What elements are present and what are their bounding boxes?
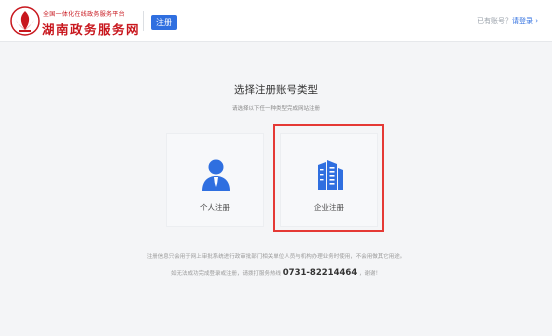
logo-title: 湖南政务服务网 <box>42 22 141 37</box>
top-header: 全国一体化在线政务服务平台 湖南政务服务网 注册 已有账号？请登录 › <box>0 0 552 42</box>
logo-subtitle: 全国一体化在线政务服务平台 <box>43 11 125 18</box>
hotline-note: 如无法成功完成登录或注册，请拨打服务热线 0731-82214464 ，谢谢！ <box>0 268 552 278</box>
person-icon <box>202 159 230 191</box>
login-link[interactable]: 请登录 › <box>512 17 538 25</box>
hotline-suffix: ，谢谢！ <box>359 271 382 277</box>
personal-register-label: 个人注册 <box>200 203 230 212</box>
header-divider <box>143 11 144 31</box>
register-tag: 注册 <box>151 15 177 30</box>
login-prefix: 已有账号？ <box>476 17 512 25</box>
hotline-number: 0731-82214464 <box>282 268 358 278</box>
personal-register-card[interactable]: 个人注册 <box>166 133 264 227</box>
login-hint: 已有账号？请登录 › <box>477 16 538 26</box>
page-title: 选择注册账号类型 <box>234 84 318 96</box>
hotline-prefix: 如无法成功完成登录或注册，请拨打服务热线 <box>170 271 281 277</box>
site-logo[interactable]: 全国一体化在线政务服务平台 湖南政务服务网 <box>10 6 141 37</box>
emblem-icon <box>10 6 40 36</box>
page-subtitle: 请选择以下任一种类型完成网站注册 <box>231 106 320 112</box>
selection-highlight <box>273 124 384 232</box>
usage-note: 注册信息只会用于网上审批系统进行政审批部门相关单位人员与机构办理业务时使用，不会… <box>146 254 406 260</box>
